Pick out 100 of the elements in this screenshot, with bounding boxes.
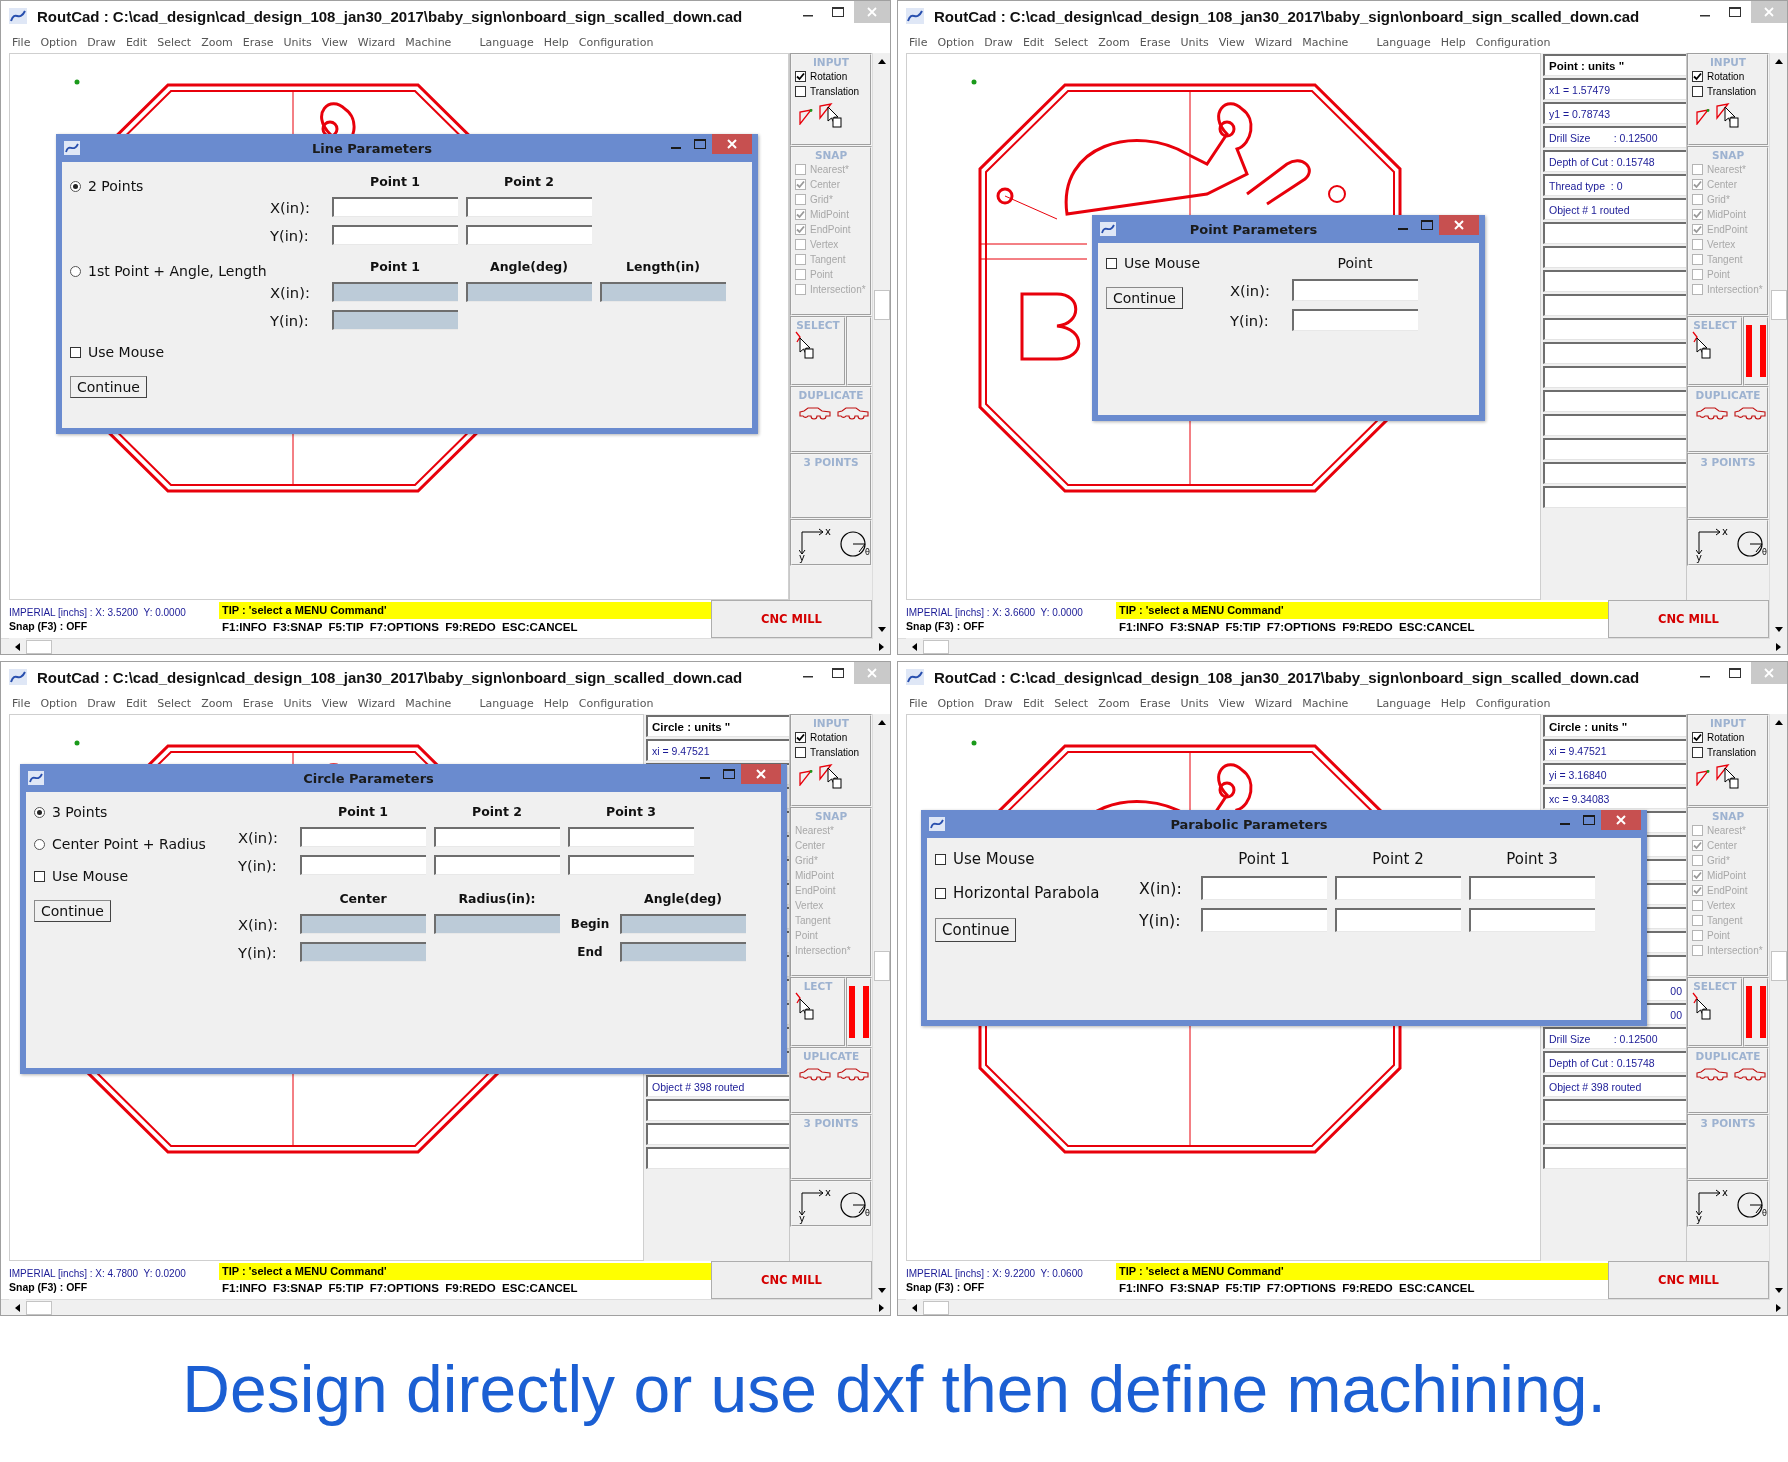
input-field[interactable] [466, 197, 592, 217]
close-button[interactable] [1439, 215, 1479, 235]
checkbox[interactable] [34, 870, 45, 882]
input-field[interactable] [1201, 908, 1327, 932]
menu-item[interactable]: File [7, 35, 36, 49]
menu-item[interactable]: Language [1371, 696, 1436, 710]
continue-button[interactable]: Continue [935, 918, 1017, 942]
menu-item[interactable]: Machine [400, 35, 457, 49]
continue-button[interactable]: Continue [1106, 287, 1183, 309]
input-field[interactable] [1469, 876, 1595, 900]
checkbox[interactable] [795, 70, 806, 82]
scroll-thumb[interactable] [873, 290, 890, 320]
triangle-icon[interactable] [799, 770, 813, 786]
menu-item[interactable]: Edit [120, 696, 153, 710]
radio-button[interactable] [34, 806, 45, 818]
radio-button[interactable] [70, 265, 81, 277]
menu-item[interactable]: File [7, 696, 36, 710]
vertical-scrollbar[interactable] [872, 53, 890, 638]
scroll-thumb[interactable] [26, 639, 52, 654]
close-button[interactable] [712, 134, 752, 154]
scroll-thumb[interactable] [923, 1300, 949, 1315]
menu-item[interactable]: Zoom [196, 696, 238, 710]
triangle-icon[interactable] [1696, 770, 1710, 786]
radio-button[interactable] [70, 180, 81, 192]
menu-item[interactable]: Erase [1134, 696, 1176, 710]
menu-item[interactable]: Edit [1017, 35, 1050, 49]
menu-item[interactable]: Select [1049, 696, 1094, 710]
checkbox[interactable] [70, 346, 81, 358]
menu-item[interactable]: Option [35, 35, 83, 49]
menu-item[interactable]: Configuration [573, 696, 659, 710]
menu-item[interactable]: Configuration [1470, 35, 1556, 49]
menu-item[interactable]: File [904, 696, 933, 710]
vertical-scrollbar[interactable] [1769, 53, 1787, 638]
menu-item[interactable]: Select [1049, 35, 1094, 49]
menu-item[interactable]: Option [932, 35, 980, 49]
triangle-cursor-icon[interactable] [819, 764, 845, 792]
menu-item[interactable]: View [316, 35, 353, 49]
menu-item[interactable]: Wizard [1249, 696, 1298, 710]
input-field[interactable] [332, 197, 458, 217]
continue-button[interactable]: Continue [70, 376, 147, 398]
input-field[interactable] [1201, 876, 1327, 900]
menu-item[interactable]: Select [152, 696, 197, 710]
horizontal-scrollbar[interactable] [1, 638, 890, 654]
menu-item[interactable]: Help [538, 35, 574, 49]
scroll-thumb[interactable] [873, 951, 890, 981]
mode-button[interactable]: CNC MILL [711, 600, 872, 638]
menu-item[interactable]: Help [1435, 696, 1471, 710]
input-field[interactable] [1292, 309, 1418, 331]
input-field[interactable] [466, 225, 592, 245]
menu-item[interactable]: Wizard [352, 696, 401, 710]
menu-item[interactable]: Erase [237, 696, 279, 710]
car-outline-icon[interactable] [799, 1067, 831, 1081]
menu-item[interactable]: Wizard [352, 35, 401, 49]
vertical-scrollbar[interactable] [872, 714, 890, 1299]
checkbox[interactable] [935, 853, 946, 865]
menu-item[interactable]: Units [1175, 696, 1214, 710]
menu-item[interactable]: Draw [82, 696, 121, 710]
scroll-thumb[interactable] [1770, 951, 1787, 981]
scroll-left-button[interactable] [906, 638, 923, 654]
triangle-cursor-icon[interactable] [1716, 764, 1742, 792]
car-outline-icon[interactable] [1696, 1067, 1728, 1081]
triangle-cursor-icon[interactable] [819, 103, 845, 131]
checkbox[interactable] [1692, 70, 1703, 82]
input-field[interactable] [568, 827, 694, 847]
menu-item[interactable]: Option [932, 696, 980, 710]
menu-item[interactable]: Language [1371, 35, 1436, 49]
input-field[interactable] [1335, 876, 1461, 900]
car-outline-icon[interactable] [837, 406, 869, 420]
menu-item[interactable]: Language [474, 696, 539, 710]
horizontal-scrollbar[interactable] [898, 1299, 1787, 1315]
input-field[interactable] [568, 855, 694, 875]
checkbox[interactable] [1106, 257, 1117, 269]
close-button[interactable] [741, 764, 781, 784]
mode-button[interactable]: CNC MILL [711, 1261, 872, 1299]
menu-item[interactable]: Machine [400, 696, 457, 710]
scroll-left-button[interactable] [9, 1299, 26, 1315]
menu-item[interactable]: Draw [979, 35, 1018, 49]
menu-item[interactable]: Machine [1297, 35, 1354, 49]
car-outline-icon[interactable] [1734, 1067, 1766, 1081]
checkbox[interactable] [1692, 85, 1703, 97]
horizontal-scrollbar[interactable] [1, 1299, 890, 1315]
input-field[interactable] [332, 225, 458, 245]
menu-item[interactable]: View [1213, 696, 1250, 710]
input-field[interactable] [1469, 908, 1595, 932]
checkbox[interactable] [795, 731, 806, 743]
radio-button[interactable] [34, 838, 45, 850]
menu-item[interactable]: Zoom [196, 35, 238, 49]
menu-item[interactable]: Wizard [1249, 35, 1298, 49]
vertical-scrollbar[interactable] [1769, 714, 1787, 1299]
menu-item[interactable]: Units [278, 696, 317, 710]
checkbox[interactable] [795, 746, 806, 758]
mode-button[interactable]: CNC MILL [1608, 600, 1769, 638]
double-bar-icon[interactable] [848, 985, 870, 1039]
continue-button[interactable]: Continue [34, 900, 111, 922]
menu-item[interactable]: Edit [1017, 696, 1050, 710]
menu-item[interactable]: Units [278, 35, 317, 49]
close-button[interactable] [1601, 810, 1641, 830]
input-field[interactable] [434, 855, 560, 875]
menu-item[interactable]: Erase [237, 35, 279, 49]
menu-item[interactable]: Help [538, 696, 574, 710]
